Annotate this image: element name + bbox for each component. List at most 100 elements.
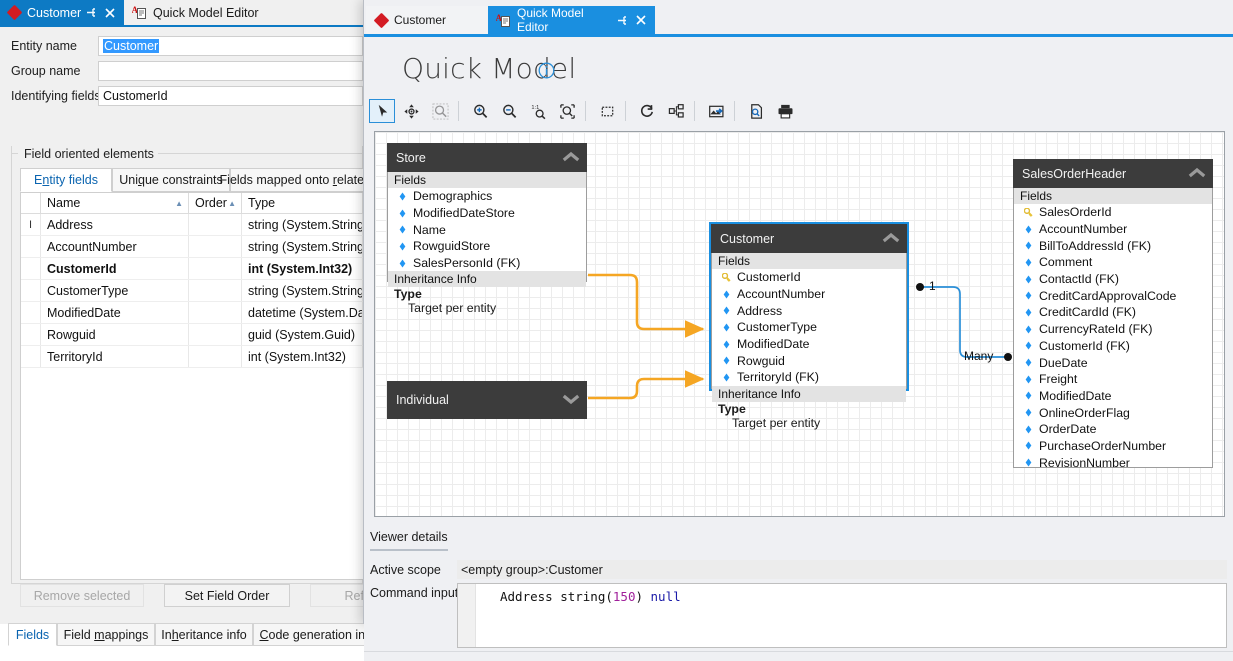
- table-row[interactable]: Rowguidguid (System.Guid): [21, 324, 363, 346]
- entity-field[interactable]: CustomerId (FK): [1014, 338, 1212, 355]
- info-circle-icon[interactable]: [538, 62, 555, 79]
- auto-layout-button[interactable]: [663, 99, 689, 123]
- active-scope-label: Active scope: [370, 563, 441, 577]
- entity-field[interactable]: OrderDate: [1014, 421, 1212, 438]
- entity-field[interactable]: DueDate: [1014, 354, 1212, 371]
- zoom-region-tool-button[interactable]: [427, 99, 453, 123]
- close-icon[interactable]: [104, 7, 116, 19]
- zoom-in-button[interactable]: [467, 99, 493, 123]
- entity-field[interactable]: ModifiedDate: [712, 336, 906, 353]
- bottom-tab-field-mappings[interactable]: Field mappings: [57, 623, 155, 646]
- table-row[interactable]: ModifiedDatedatetime (System.DateT: [21, 302, 363, 324]
- field-bullet-icon: [398, 209, 407, 218]
- entity-field[interactable]: ModifiedDate: [1014, 388, 1212, 405]
- entity-field[interactable]: CurrencyRateId (FK): [1014, 321, 1212, 338]
- grid-header-type[interactable]: Type: [242, 193, 363, 213]
- chevron-down-icon[interactable]: [561, 392, 581, 409]
- pan-move-tool-button[interactable]: [398, 99, 424, 123]
- grid-header-name[interactable]: Name▲: [41, 193, 189, 213]
- diagram-canvas[interactable]: 1 Many Store Fields DemographicsModified…: [374, 131, 1225, 517]
- toolbar-separator: [585, 101, 586, 121]
- fg-tab-quick-model-editor[interactable]: A Quick Model Editor: [488, 6, 655, 34]
- command-input-text[interactable]: Address string(150) null: [476, 584, 681, 647]
- set-field-order-button[interactable]: Set Field Order: [164, 584, 290, 607]
- field-bullet-icon: [1024, 325, 1033, 334]
- bottom-tab-fields[interactable]: Fields: [8, 623, 57, 646]
- entity-field[interactable]: PurchaseOrderNumber: [1014, 438, 1212, 455]
- entity-field[interactable]: Rowguid: [712, 352, 906, 369]
- entity-field[interactable]: TerritoryId (FK): [712, 369, 906, 386]
- table-row[interactable]: AccountNumberstring (System.String): [21, 236, 363, 258]
- entity-field[interactable]: Comment: [1014, 254, 1212, 271]
- entity-name-input[interactable]: Customer: [98, 36, 363, 56]
- printer-icon-button[interactable]: [772, 99, 798, 123]
- pin-icon[interactable]: [616, 14, 629, 27]
- entity-field-label: ModifiedDate: [737, 337, 809, 351]
- fg-tab-customer[interactable]: Customer: [366, 6, 488, 34]
- remove-selected-button[interactable]: Remove selected: [20, 584, 144, 607]
- pin-icon[interactable]: [85, 6, 98, 19]
- chevron-up-icon[interactable]: [561, 149, 581, 166]
- entity-field[interactable]: SalesOrderId: [1014, 204, 1212, 221]
- bg-tab-customer-label: Customer: [27, 6, 81, 20]
- chevron-up-icon[interactable]: [881, 230, 901, 247]
- entity-box-salesorderheader[interactable]: SalesOrderHeader Fields SalesOrderIdAcco…: [1013, 159, 1213, 468]
- bottom-tab-inheritance-info[interactable]: Inheritance info: [155, 623, 253, 646]
- command-input-editor[interactable]: Address string(150) null: [457, 583, 1227, 648]
- entity-field[interactable]: ModifiedDateStore: [388, 205, 586, 222]
- table-row[interactable]: TerritoryIdint (System.Int32): [21, 346, 363, 368]
- bottom-tab-code-generation-info[interactable]: Code generation info: [253, 623, 382, 646]
- pointer-tool-button[interactable]: [369, 99, 395, 123]
- table-row[interactable]: CustomerIdint (System.Int32): [21, 258, 363, 280]
- entity-box-customer[interactable]: Customer Fields CustomerIdAccountNumberA…: [709, 222, 909, 391]
- entity-field[interactable]: Demographics: [388, 188, 586, 205]
- entity-field[interactable]: Address: [712, 302, 906, 319]
- grid-header-order[interactable]: Order▲: [189, 193, 242, 213]
- zoom-to-fit-button[interactable]: [554, 99, 580, 123]
- bg-tab-qme-label: Quick Model Editor: [153, 6, 259, 20]
- table-row[interactable]: IAddressstring (System.String): [21, 214, 363, 236]
- zoom-actual-size-button[interactable]: 1:1: [525, 99, 551, 123]
- entity-field[interactable]: OnlineOrderFlag: [1014, 404, 1212, 421]
- entity-field-label: ModifiedDateStore: [413, 206, 515, 220]
- tab-unique-constraints[interactable]: Unique constraints: [112, 168, 230, 192]
- entity-field[interactable]: CreditCardId (FK): [1014, 304, 1212, 321]
- select-region-button[interactable]: [594, 99, 620, 123]
- entity-field[interactable]: RevisionNumber: [1014, 454, 1212, 471]
- tab-fields-mapped[interactable]: Fields mapped onto related fiel: [230, 168, 380, 192]
- entity-field[interactable]: RowguidStore: [388, 238, 586, 255]
- entity-header-store[interactable]: Store: [387, 143, 587, 172]
- entity-field[interactable]: Name: [388, 221, 586, 238]
- export-image-button[interactable]: [703, 99, 729, 123]
- entity-header-customer[interactable]: Customer: [711, 224, 907, 253]
- bg-tab-customer[interactable]: Customer: [0, 0, 124, 25]
- entity-box-store[interactable]: Store Fields DemographicsModifiedDateSto…: [387, 143, 587, 282]
- entity-field[interactable]: AccountNumber: [1014, 221, 1212, 238]
- table-row[interactable]: CustomerTypestring (System.String): [21, 280, 363, 302]
- group-name-input[interactable]: [98, 61, 363, 81]
- entity-field[interactable]: BillToAddressId (FK): [1014, 237, 1212, 254]
- refresh-button[interactable]: [634, 99, 660, 123]
- entity-header-salesorderheader[interactable]: SalesOrderHeader: [1013, 159, 1213, 188]
- tab-entity-fields[interactable]: Entity fields: [20, 168, 112, 192]
- zoom-out-button[interactable]: [496, 99, 522, 123]
- identifying-fields-input[interactable]: CustomerId: [98, 86, 363, 106]
- entity-field[interactable]: CreditCardApprovalCode: [1014, 287, 1212, 304]
- entity-field[interactable]: AccountNumber: [712, 286, 906, 303]
- entity-field[interactable]: ContactId (FK): [1014, 271, 1212, 288]
- close-icon[interactable]: [635, 14, 647, 26]
- entity-fields-grid[interactable]: Name▲ Order▲ Type IAddressstring (System…: [20, 192, 363, 580]
- print-preview-button[interactable]: [743, 99, 769, 123]
- entity-header-individual[interactable]: Individual: [387, 381, 587, 419]
- entity-field[interactable]: Freight: [1014, 371, 1212, 388]
- cell-name: Rowguid: [41, 324, 189, 345]
- entity-field[interactable]: SalesPersonId (FK): [388, 255, 586, 272]
- entity-box-individual[interactable]: Individual: [387, 381, 587, 419]
- entity-field[interactable]: CustomerId: [712, 269, 906, 286]
- chevron-up-icon[interactable]: [1187, 165, 1207, 182]
- field-bullet-icon: [1024, 375, 1033, 384]
- entity-body-customer: Fields CustomerIdAccountNumberAddressCus…: [711, 253, 907, 389]
- field-bullet-icon: [1024, 408, 1033, 417]
- entity-field[interactable]: CustomerType: [712, 319, 906, 336]
- bg-tab-quick-model-editor[interactable]: A Quick Model Editor: [124, 0, 299, 25]
